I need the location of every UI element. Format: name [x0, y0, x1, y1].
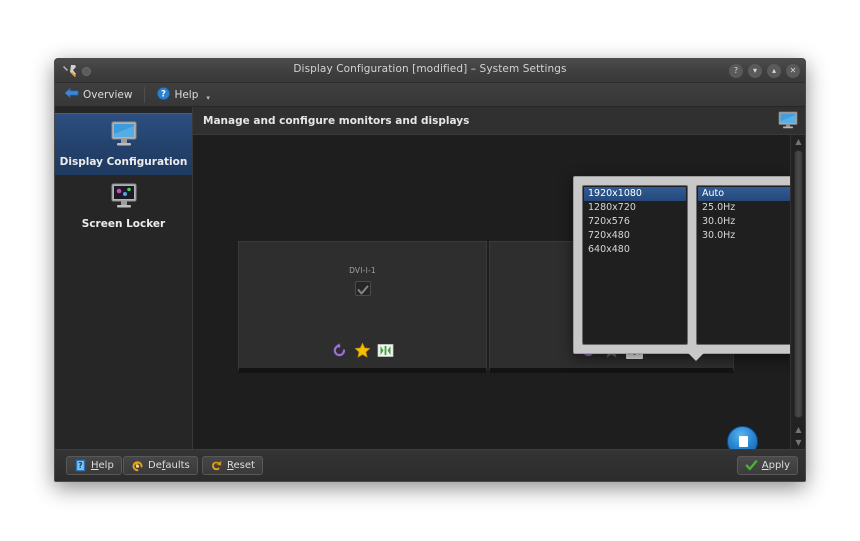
titlebar-help-button[interactable]: ? — [729, 64, 743, 78]
sidebar-item-label: Screen Locker — [81, 218, 166, 230]
help-rest: elp — [98, 460, 114, 471]
monitor-icon — [108, 120, 140, 148]
resolution-resize-icon[interactable] — [377, 342, 394, 359]
window-title: Display Configuration [modified] – Syste… — [293, 63, 567, 75]
list-item[interactable]: 640x480 — [584, 243, 686, 257]
help-button-label: Help — [91, 460, 114, 471]
sidebar-item-label: Display Configuration — [59, 156, 188, 168]
help-label: Help — [174, 88, 199, 101]
pane-header: Manage and configure monitors and displa… — [193, 107, 805, 135]
settings-sidebar: Display Configuration Screen Locker — [55, 107, 193, 449]
apply-button-label: Apply — [762, 460, 790, 471]
sidebar-item-display-configuration[interactable]: Display Configuration — [55, 113, 192, 176]
settings-right-pane: Manage and configure monitors and displa… — [193, 107, 805, 449]
monitor-arrangement-canvas[interactable]: DVI-I-1 1920x1080 1280x720 720x576 720x4… — [193, 135, 805, 449]
apply-accel: A — [761, 460, 769, 471]
dialog-button-bar: ? Help Defaults Reset Apply — [55, 449, 805, 481]
vertical-scrollbar[interactable]: ▲ ▲ ▼ — [790, 135, 805, 449]
defaults-pre: De — [148, 460, 162, 471]
resolution-popup: 1920x1080 1280x720 720x576 720x480 640x4… — [573, 176, 805, 361]
list-item[interactable]: 25.0Hz — [698, 201, 800, 215]
apply-rest: pply — [768, 460, 790, 471]
back-arrow-icon — [64, 87, 79, 102]
page-title: Manage and configure monitors and displa… — [203, 115, 470, 127]
identify-outputs-badge[interactable] — [727, 426, 758, 449]
main-toolbar: Overview ? Help ▾ — [55, 83, 805, 107]
list-item[interactable]: 1280x720 — [584, 201, 686, 215]
resolution-listbox[interactable]: 1920x1080 1280x720 720x576 720x480 640x4… — [582, 185, 688, 345]
window-body: Display Configuration Screen Locker Mana… — [55, 107, 805, 449]
monitor-action-icons — [239, 342, 486, 359]
scrollbar-thumb[interactable] — [794, 150, 803, 418]
list-item[interactable]: 30.0Hz — [698, 215, 800, 229]
defaults-revert-icon — [131, 459, 144, 472]
window-titlebar: Display Configuration [modified] – Syste… — [55, 59, 805, 83]
list-item[interactable]: 1920x1080 — [584, 187, 686, 201]
system-settings-window: Display Configuration [modified] – Syste… — [54, 58, 806, 482]
overview-label: Overview — [83, 88, 133, 101]
monitor-output-name: DVI-I-1 — [349, 266, 376, 275]
list-item[interactable]: 720x480 — [584, 229, 686, 243]
help-button[interactable]: ? Help — [66, 456, 122, 475]
toolbar-separator — [144, 86, 146, 103]
list-item[interactable]: 30.0Hz — [698, 229, 800, 243]
defaults-rest: aults — [165, 460, 190, 471]
reset-button[interactable]: Reset — [202, 456, 263, 475]
defaults-button[interactable]: Defaults — [123, 456, 198, 475]
help-book-icon: ? — [74, 459, 87, 472]
screen-locker-icon — [108, 182, 140, 210]
monitor-icon — [778, 111, 798, 129]
titlebar-maximize-button[interactable]: ▴ — [767, 64, 781, 78]
reset-button-label: Reset — [227, 460, 255, 471]
refresh-rate-listbox[interactable]: Auto 25.0Hz 30.0Hz 30.0Hz — [696, 185, 802, 345]
svg-text:?: ? — [78, 461, 82, 470]
overview-button[interactable]: Overview — [59, 84, 138, 106]
check-icon — [745, 459, 758, 472]
help-circle-icon: ? — [157, 86, 171, 103]
window-controls: ? ▾ ▴ ✕ — [729, 64, 800, 78]
sidebar-item-screen-locker[interactable]: Screen Locker — [55, 176, 192, 237]
help-accel: H — [91, 460, 99, 471]
monitor-enabled-checkbox[interactable] — [354, 281, 371, 296]
monitor-widget-primary[interactable]: DVI-I-1 — [238, 241, 487, 373]
primary-star-icon[interactable] — [354, 342, 371, 359]
popup-pointer-arrow — [687, 352, 705, 361]
list-item[interactable]: 720x576 — [584, 215, 686, 229]
scroll-down-arrow-icon[interactable]: ▼ — [791, 436, 805, 449]
reset-rest: eset — [233, 460, 255, 471]
list-item[interactable]: Auto — [698, 187, 800, 201]
help-menu-button[interactable]: ? Help ▾ — [151, 84, 215, 106]
defaults-button-label: Defaults — [148, 460, 190, 471]
titlebar-close-button[interactable]: ✕ — [786, 64, 800, 78]
scroll-up-arrow-icon[interactable]: ▲ — [791, 135, 805, 148]
rotate-icon[interactable] — [331, 342, 348, 359]
chevron-down-icon[interactable]: ▾ — [206, 94, 210, 102]
svg-text:?: ? — [161, 89, 166, 99]
reset-undo-icon — [210, 459, 223, 472]
scroll-up-arrow-icon[interactable]: ▲ — [791, 423, 805, 436]
pane-content: DVI-I-1 1920x1080 1280x720 720x576 720x4… — [193, 135, 805, 449]
screenshot-root: Display Configuration [modified] – Syste… — [0, 0, 860, 541]
apply-button[interactable]: Apply — [736, 456, 798, 475]
titlebar-minimize-button[interactable]: ▾ — [748, 64, 762, 78]
